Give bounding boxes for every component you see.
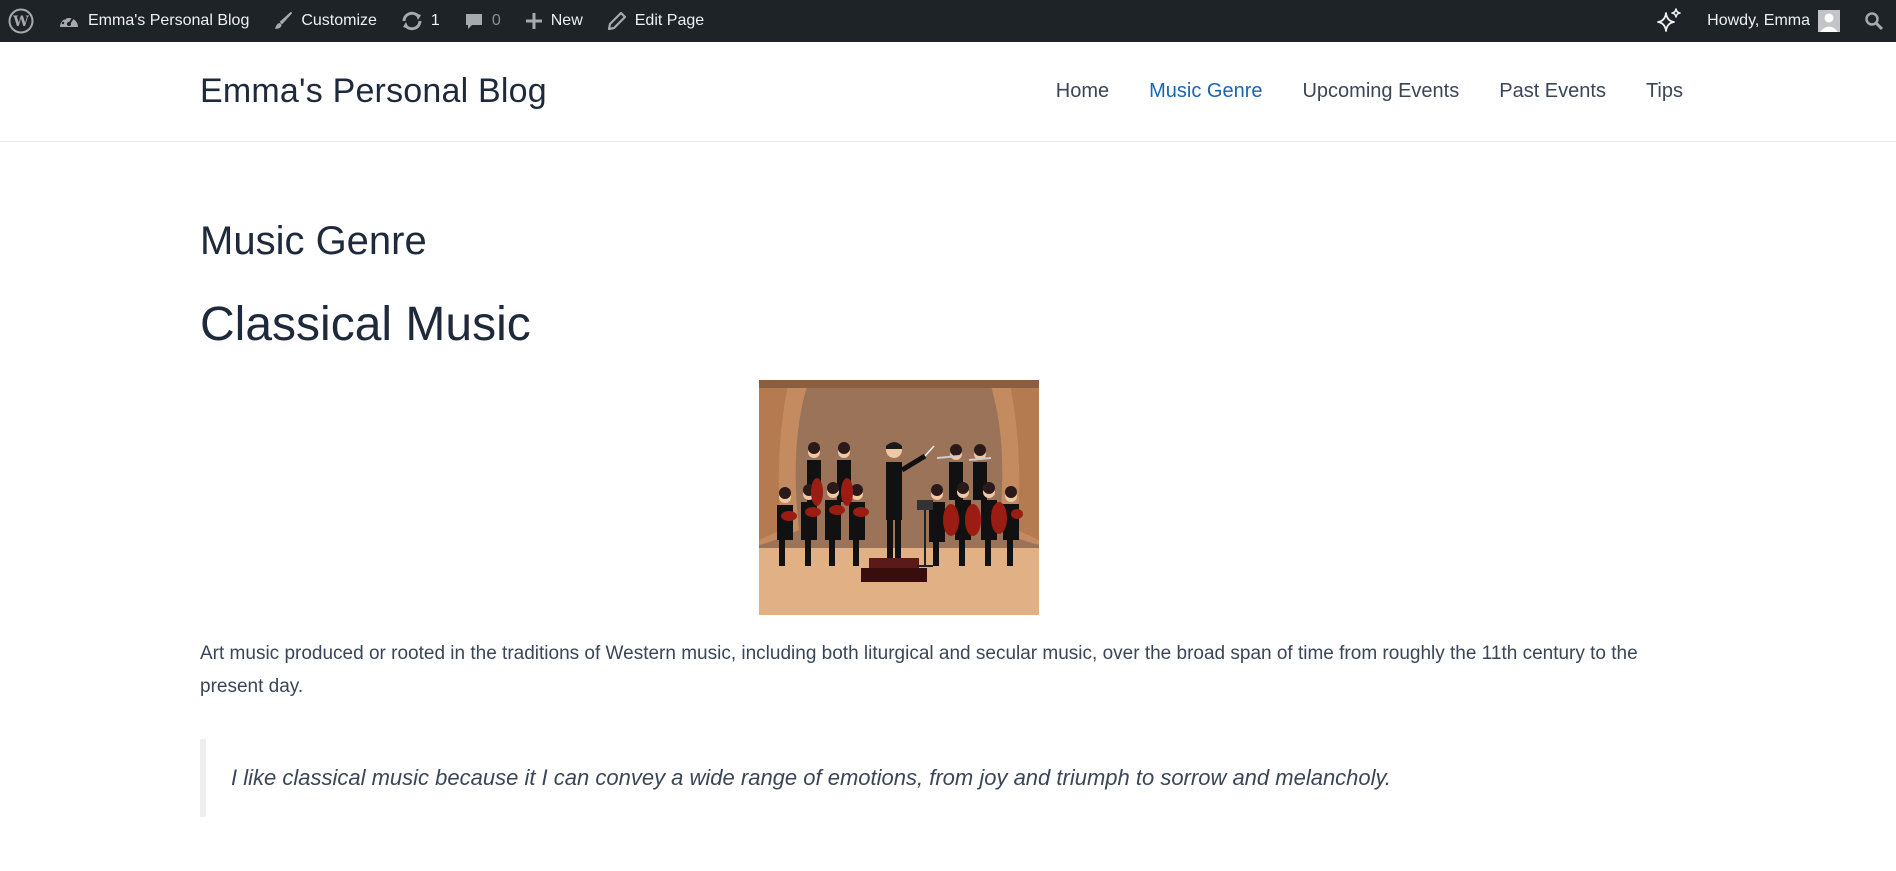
comments-count: 0 xyxy=(491,12,501,29)
site-name-menu[interactable]: Emma's Personal Blog xyxy=(46,0,261,42)
site-title[interactable]: Emma's Personal Blog xyxy=(200,72,547,111)
ai-assistant-button[interactable] xyxy=(1643,0,1695,42)
nav-item-music-genre[interactable]: Music Genre xyxy=(1149,80,1262,103)
comments-icon xyxy=(464,11,484,31)
site-header: Emma's Personal Blog Home Music Genre Up… xyxy=(0,42,1896,142)
page-title: Music Genre xyxy=(200,219,427,263)
wordpress-menu[interactable]: W xyxy=(0,0,46,42)
svg-text:W: W xyxy=(12,14,29,30)
dashboard-icon xyxy=(58,12,80,30)
sparkle-icon xyxy=(1655,7,1683,35)
admin-bar-right: Howdy, Emma xyxy=(1643,0,1896,42)
nav-item-tips[interactable]: Tips xyxy=(1646,80,1683,103)
quote-text: I like classical music because it I can … xyxy=(231,764,1392,790)
main-content: Music Genre Classical Music Art music pr… xyxy=(0,219,1896,817)
search-button[interactable] xyxy=(1852,0,1896,42)
customize-link[interactable]: Customize xyxy=(261,0,389,42)
nav-item-upcoming-events[interactable]: Upcoming Events xyxy=(1302,80,1459,103)
nav-item-home[interactable]: Home xyxy=(1056,80,1109,103)
customize-label: Customize xyxy=(301,12,377,29)
orchestra-illustration xyxy=(759,379,1039,615)
site-name-label: Emma's Personal Blog xyxy=(88,12,250,29)
blockquote: I like classical music because it I can … xyxy=(200,738,1696,817)
edit-page-label: Edit Page xyxy=(634,12,705,29)
primary-nav: Home Music Genre Upcoming Events Past Ev… xyxy=(1056,80,1683,103)
avatar xyxy=(1818,10,1840,32)
new-label: New xyxy=(550,12,583,29)
section-heading: Classical Music xyxy=(200,298,531,351)
updates-count: 1 xyxy=(430,12,440,29)
pencil-icon xyxy=(607,11,627,31)
genre-description: Art music produced or rooted in the trad… xyxy=(200,642,1638,697)
comments-link[interactable]: 0 xyxy=(452,0,513,42)
plus-icon xyxy=(525,12,543,30)
updates-icon xyxy=(401,11,423,31)
edit-page-link[interactable]: Edit Page xyxy=(595,0,716,42)
account-menu[interactable]: Howdy, Emma xyxy=(1695,0,1852,42)
admin-bar: W Emma's Personal Blog Customize 1 0 New… xyxy=(0,0,1896,42)
howdy-label: Howdy, Emma xyxy=(1707,12,1810,29)
figure-wrapper xyxy=(200,379,1696,615)
admin-bar-left: W Emma's Personal Blog Customize 1 0 New… xyxy=(0,0,716,42)
brush-icon xyxy=(273,11,293,31)
nav-item-past-events[interactable]: Past Events xyxy=(1499,80,1606,103)
updates-link[interactable]: 1 xyxy=(389,0,452,42)
wordpress-icon: W xyxy=(8,8,34,34)
new-content-menu[interactable]: New xyxy=(513,0,595,42)
search-icon xyxy=(1864,11,1884,31)
